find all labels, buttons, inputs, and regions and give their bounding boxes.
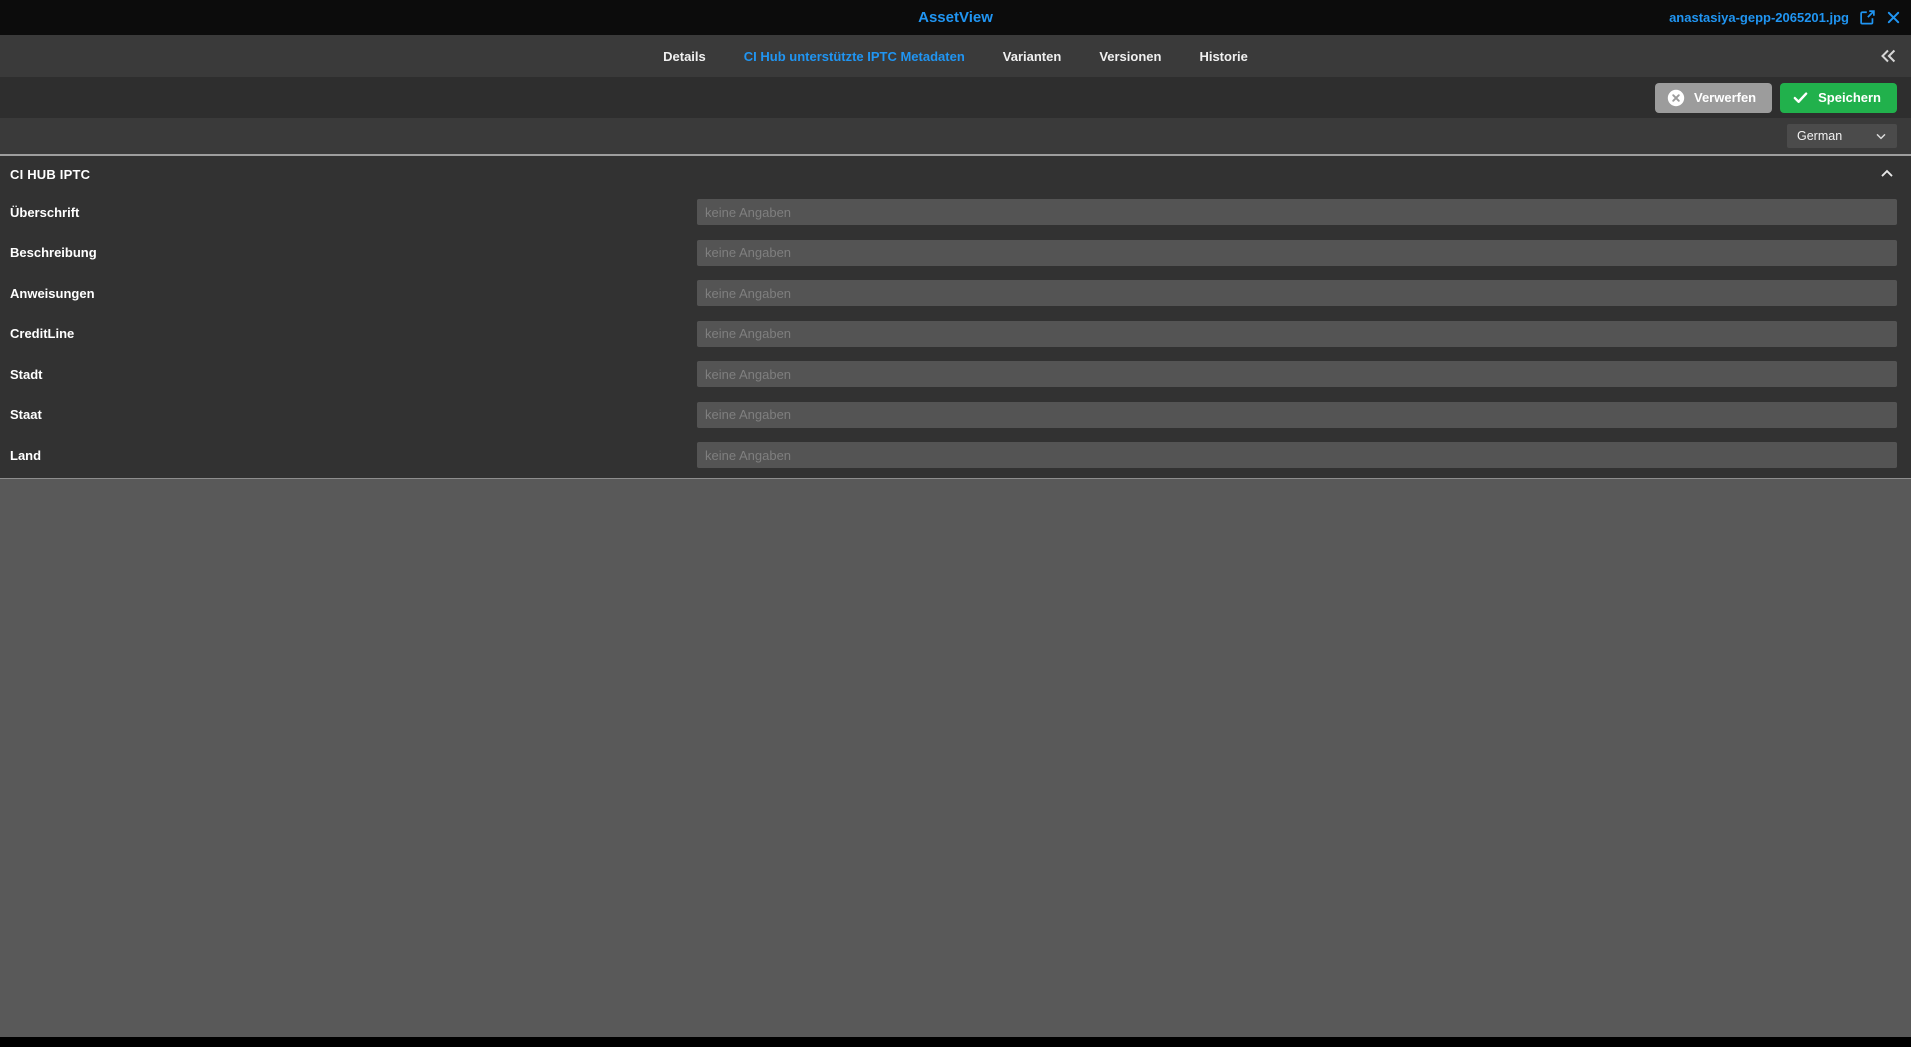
field-row-creditline: CreditLine	[0, 314, 1911, 355]
tab-historie[interactable]: Historie	[1199, 49, 1247, 64]
topbar-right-group: anastasiya-gepp-2065201.jpg	[1669, 0, 1901, 35]
beschreibung-input[interactable]	[697, 239, 1897, 266]
language-row: German	[0, 118, 1911, 156]
field-row-staat: Staat	[0, 395, 1911, 436]
field-row-beschreibung: Beschreibung	[0, 233, 1911, 274]
save-button[interactable]: Speichern	[1780, 82, 1897, 113]
language-select[interactable]: German	[1787, 124, 1897, 148]
field-label: Überschrift	[10, 204, 80, 220]
land-input[interactable]	[697, 442, 1897, 469]
tab-details[interactable]: Details	[663, 49, 706, 64]
field-row-ueberschrift: Überschrift	[0, 192, 1911, 233]
tab-varianten[interactable]: Varianten	[1003, 49, 1062, 64]
ueberschrift-input[interactable]	[697, 199, 1897, 226]
close-icon[interactable]	[1886, 10, 1901, 25]
save-button-label: Speichern	[1818, 90, 1881, 105]
chevron-down-icon	[1873, 128, 1889, 144]
creditline-input[interactable]	[697, 320, 1897, 347]
asset-filename[interactable]: anastasiya-gepp-2065201.jpg	[1669, 10, 1849, 25]
circle-x-icon	[1667, 89, 1685, 107]
staat-input[interactable]	[697, 401, 1897, 428]
field-row-land: Land	[0, 435, 1911, 476]
field-label: CreditLine	[10, 326, 75, 342]
field-row-stadt: Stadt	[0, 354, 1911, 395]
chevron-up-icon[interactable]	[1877, 164, 1897, 184]
anweisungen-input[interactable]	[697, 280, 1897, 307]
discard-button[interactable]: Verwerfen	[1654, 82, 1773, 113]
stadt-input[interactable]	[697, 361, 1897, 388]
topbar: AssetView anastasiya-gepp-2065201.jpg	[0, 0, 1911, 35]
field-label: Stadt	[10, 366, 43, 382]
discard-button-label: Verwerfen	[1693, 90, 1757, 105]
language-select-value: German	[1797, 129, 1843, 143]
tab-versionen[interactable]: Versionen	[1099, 49, 1161, 64]
tab-ci-hub-iptc-metadaten[interactable]: CI Hub unterstützte IPTC Metadaten	[744, 49, 965, 64]
field-label: Anweisungen	[10, 285, 95, 301]
iptc-section-header: CI HUB IPTC	[0, 156, 1911, 192]
section-title: CI HUB IPTC	[10, 166, 91, 182]
content-backdrop	[0, 477, 1911, 1037]
field-label: Land	[10, 447, 42, 463]
tab-bar: Details CI Hub unterstützte IPTC Metadat…	[0, 35, 1911, 77]
iptc-section: CI HUB IPTC Überschrift Beschreibung Anw…	[0, 156, 1911, 478]
page-title: AssetView	[918, 9, 993, 26]
field-label: Staat	[10, 407, 42, 423]
check-icon	[1792, 89, 1809, 106]
field-row-anweisungen: Anweisungen	[0, 273, 1911, 314]
bottom-bar	[0, 1037, 1911, 1047]
share-export-icon[interactable]	[1859, 9, 1876, 26]
double-chevron-left-icon[interactable]	[1877, 35, 1899, 77]
field-label: Beschreibung	[10, 245, 97, 261]
action-toolbar: Verwerfen Speichern	[0, 77, 1911, 118]
